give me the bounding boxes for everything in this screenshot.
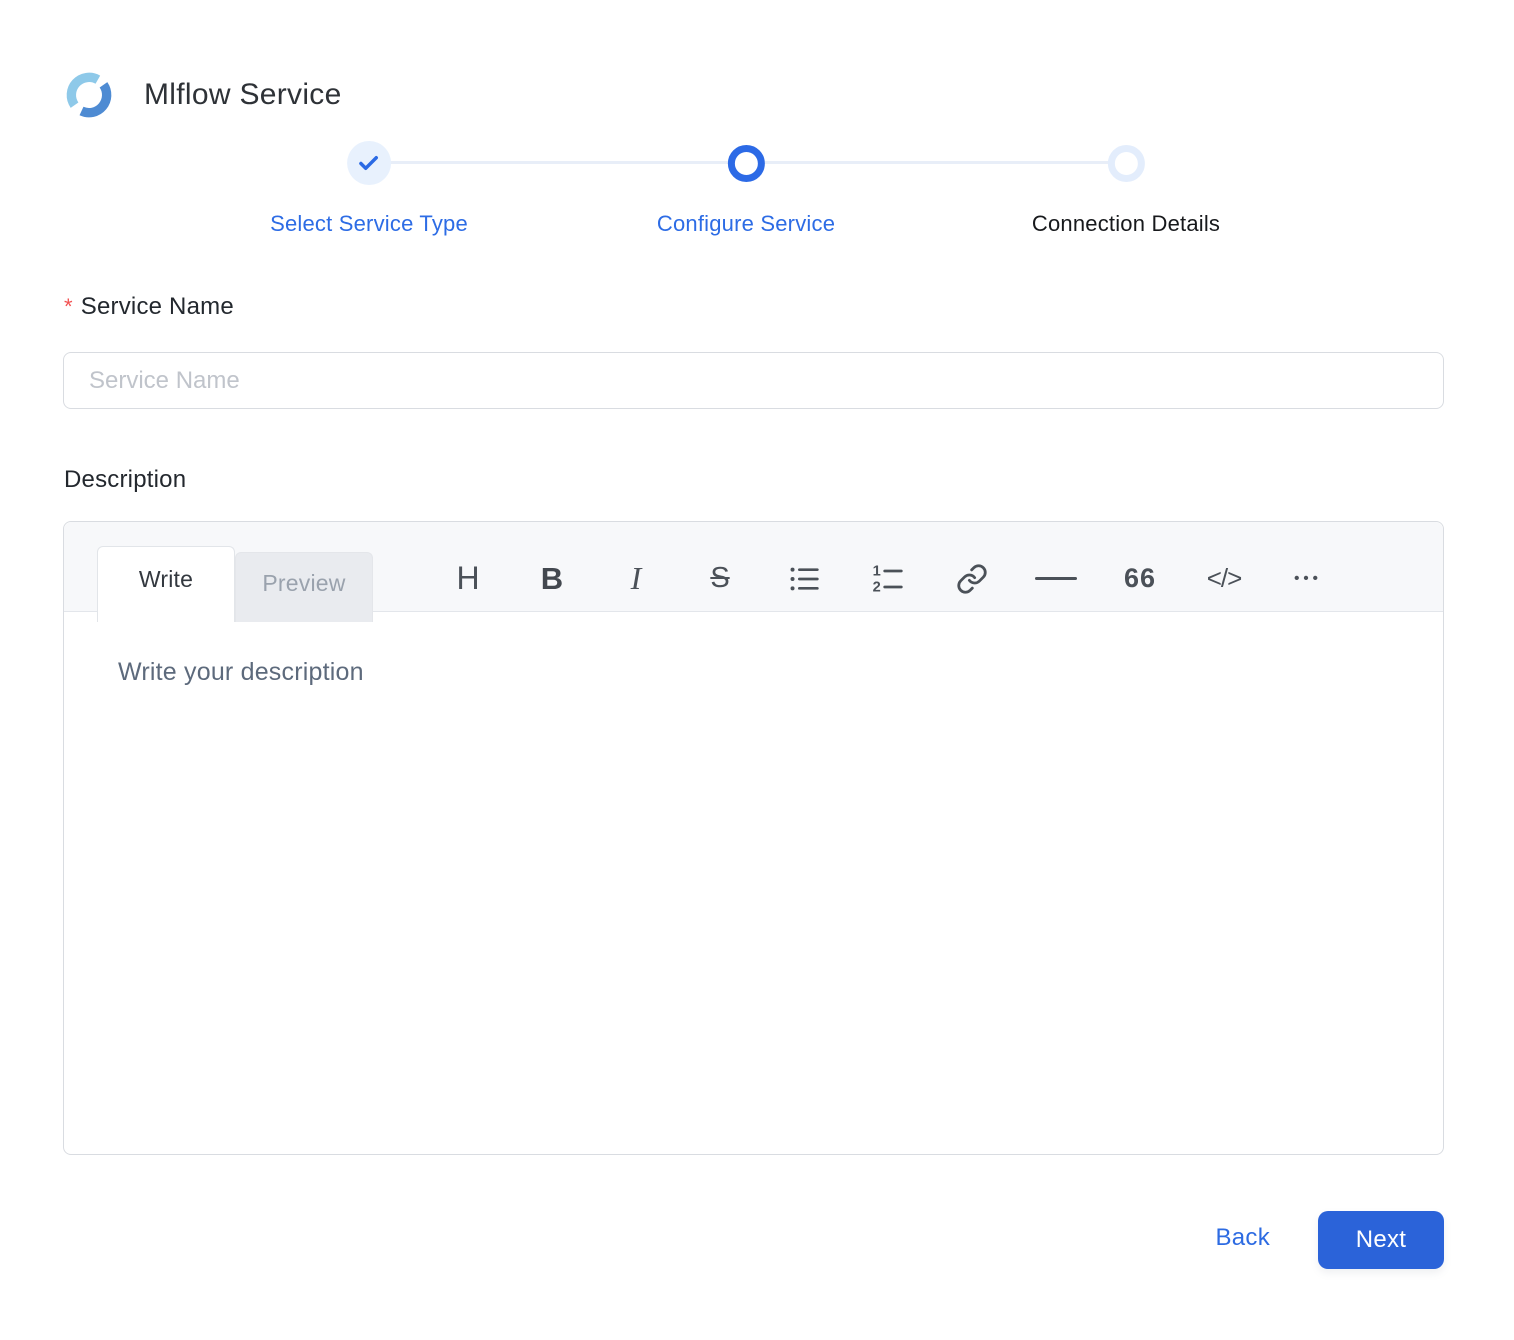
editor-toolbar: Write Preview H B I S	[64, 522, 1443, 612]
step-pending-circle	[1107, 145, 1144, 182]
step-configure-service[interactable]: Configure Service	[657, 141, 835, 237]
bold-icon: B	[541, 561, 563, 597]
page-header: Mlflow Service	[64, 70, 342, 120]
horizontal-rule-button[interactable]	[1034, 554, 1078, 604]
required-asterisk: *	[64, 294, 73, 319]
bold-button[interactable]: B	[530, 554, 574, 604]
step-completed-circle	[347, 141, 391, 185]
step-label-configure-service: Configure Service	[657, 211, 835, 237]
step-label-select-service-type: Select Service Type	[270, 211, 468, 237]
page-title: Mlflow Service	[144, 78, 342, 112]
step-active-circle	[727, 145, 764, 182]
unordered-list-icon	[788, 563, 820, 595]
description-textarea[interactable]	[64, 612, 1443, 1154]
link-icon	[956, 563, 988, 595]
svg-text:2: 2	[873, 579, 881, 594]
step-select-service-type[interactable]: Select Service Type	[270, 141, 468, 237]
mlflow-logo-icon	[64, 70, 114, 120]
description-editor: Write Preview H B I S	[63, 521, 1444, 1155]
tab-preview[interactable]: Preview	[235, 552, 373, 622]
strikethrough-icon: S	[710, 562, 729, 595]
link-button[interactable]	[950, 554, 994, 604]
tab-write[interactable]: Write	[97, 546, 235, 622]
ordered-list-icon: 1 2	[872, 563, 904, 595]
horizontal-rule-icon	[1035, 577, 1077, 580]
editor-tool-group: H B I S	[446, 554, 1330, 604]
strikethrough-button[interactable]: S	[698, 554, 742, 604]
quote-icon: 66	[1124, 563, 1156, 594]
ordered-list-button[interactable]: 1 2	[866, 554, 910, 604]
wizard-stepper: Select Service Type Configure Service Co…	[63, 141, 1443, 241]
service-name-label-text: Service Name	[81, 293, 234, 320]
svg-text:1: 1	[873, 563, 881, 579]
heading-icon: H	[456, 560, 479, 597]
heading-button[interactable]: H	[446, 554, 490, 604]
italic-icon: I	[631, 560, 642, 597]
code-icon: </>	[1207, 563, 1242, 594]
step-connection-details[interactable]: Connection Details	[1032, 141, 1220, 237]
check-icon	[357, 152, 380, 175]
description-label: Description	[64, 466, 186, 494]
service-name-input[interactable]	[63, 352, 1444, 409]
back-button[interactable]: Back	[1215, 1224, 1270, 1252]
unordered-list-button[interactable]	[782, 554, 826, 604]
editor-tabs: Write Preview	[97, 546, 373, 622]
more-options-icon: •••	[1294, 570, 1322, 587]
service-setup-wizard: Mlflow Service Select Service Type Confi…	[0, 0, 1514, 1340]
service-name-label: * Service Name	[64, 293, 234, 321]
quote-button[interactable]: 66	[1118, 554, 1162, 604]
step-label-connection-details: Connection Details	[1032, 211, 1220, 237]
code-button[interactable]: </>	[1202, 554, 1246, 604]
italic-button[interactable]: I	[614, 554, 658, 604]
next-button[interactable]: Next	[1318, 1211, 1444, 1269]
more-options-button[interactable]: •••	[1286, 554, 1330, 604]
